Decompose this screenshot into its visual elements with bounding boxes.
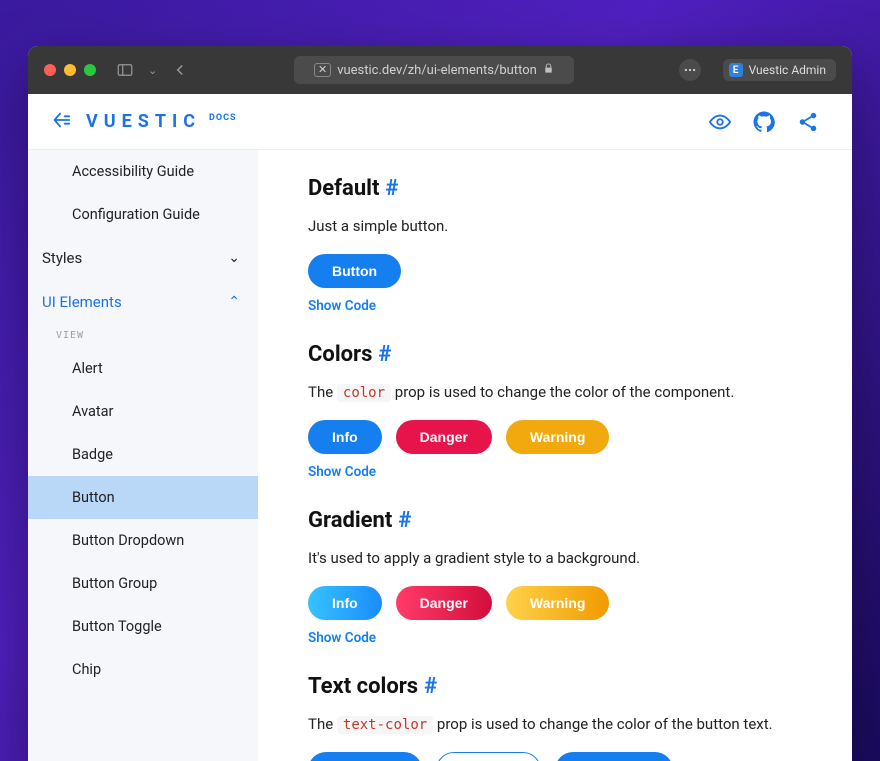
github-icon[interactable]	[742, 111, 786, 133]
sidebar-toggle-button[interactable]	[116, 61, 134, 79]
sidebar-item-chip[interactable]: Chip	[28, 648, 258, 691]
gradient-info-button[interactable]: Info	[308, 586, 382, 620]
tab-favicon: E	[729, 63, 743, 77]
sidebar-item-configuration-guide[interactable]: Configuration Guide	[28, 193, 258, 236]
anchor-link-colors[interactable]: #	[378, 338, 391, 371]
close-window-button[interactable]	[44, 64, 56, 76]
show-code-link[interactable]: Show Code	[308, 296, 812, 316]
code-textcolor-prop: text-color	[337, 716, 433, 734]
default-button[interactable]: Button	[308, 254, 401, 288]
black-text-button[interactable]: Black text	[308, 752, 422, 761]
browser-window: ⌄ ✕ vuestic.dev/zh/ui-elements/button E …	[28, 46, 852, 761]
gradient-warning-button[interactable]: Warning	[506, 586, 609, 620]
more-menu-button[interactable]	[679, 59, 701, 81]
app-header: VUESTIC DOCS	[28, 94, 852, 150]
logo-docs: DOCS	[209, 113, 236, 123]
content-area: Default # Just a simple button. Button S…	[258, 150, 852, 761]
anchor-link-default[interactable]: #	[385, 172, 398, 205]
code-color-prop: color	[337, 384, 391, 402]
sidebar-item-accessibility-guide[interactable]: Accessibility Guide	[28, 150, 258, 193]
section-default-title: Default #	[308, 172, 812, 205]
red-text-button[interactable]: Red text	[436, 752, 541, 761]
anchor-link-gradient[interactable]: #	[398, 504, 411, 537]
chevron-down-icon: ⌄	[228, 250, 240, 266]
window-controls	[44, 64, 96, 76]
danger-button[interactable]: Danger	[396, 420, 492, 454]
section-textcolors-desc: The text-color prop is used to change th…	[308, 713, 812, 736]
sidebar-item-badge[interactable]: Badge	[28, 433, 258, 476]
share-icon[interactable]	[786, 111, 830, 133]
sidebar-item-button-group[interactable]: Button Group	[28, 562, 258, 605]
sidebar-item-button-dropdown[interactable]: Button Dropdown	[28, 519, 258, 562]
sidebar-section-ui-elements[interactable]: UI Elements ⌃	[28, 280, 258, 324]
chevron-down-icon[interactable]: ⌄	[148, 64, 157, 77]
maximize-window-button[interactable]	[84, 64, 96, 76]
browser-tab[interactable]: E Vuestic Admin	[723, 59, 836, 81]
section-default-desc: Just a simple button.	[308, 215, 812, 238]
tab-label: Vuestic Admin	[749, 63, 826, 77]
warning-button[interactable]: Warning	[506, 420, 609, 454]
anchor-link-textcolors[interactable]: #	[424, 670, 437, 703]
sidebar-section-label: Styles	[42, 249, 82, 267]
sidebar-item-button-toggle[interactable]: Button Toggle	[28, 605, 258, 648]
logo-word: VUESTIC	[86, 111, 201, 132]
sidebar-item-avatar[interactable]: Avatar	[28, 390, 258, 433]
sidebar-item-alert[interactable]: Alert	[28, 347, 258, 390]
site-settings-icon[interactable]: ✕	[314, 63, 331, 77]
show-code-link[interactable]: Show Code	[308, 462, 812, 482]
sidebar-section-styles[interactable]: Styles ⌄	[28, 236, 258, 280]
url-bar[interactable]: ✕ vuestic.dev/zh/ui-elements/button	[294, 56, 574, 84]
sidebar-section-label: UI Elements	[42, 293, 122, 311]
section-colors-desc: The color prop is used to change the col…	[308, 381, 812, 404]
info-button[interactable]: Info	[308, 420, 382, 454]
gradient-danger-button[interactable]: Danger	[396, 586, 492, 620]
section-gradient-desc: It's used to apply a gradient style to a…	[308, 547, 812, 570]
show-code-link[interactable]: Show Code	[308, 628, 812, 648]
back-button[interactable]	[171, 61, 189, 79]
collapse-sidebar-button[interactable]	[50, 109, 72, 135]
logo[interactable]: VUESTIC DOCS	[86, 111, 237, 132]
eye-icon[interactable]	[698, 111, 742, 133]
section-colors-title: Colors #	[308, 338, 812, 371]
sidebar: Accessibility Guide Configuration Guide …	[28, 150, 258, 761]
browser-titlebar: ⌄ ✕ vuestic.dev/zh/ui-elements/button E …	[28, 46, 852, 94]
sidebar-item-button[interactable]: Button	[28, 476, 258, 519]
url-text: vuestic.dev/zh/ui-elements/button	[337, 63, 537, 78]
lock-icon	[543, 63, 554, 78]
chevron-up-icon: ⌃	[228, 294, 240, 310]
green-text-button[interactable]: Green text	[555, 752, 672, 761]
sidebar-group-view: VIEW	[28, 324, 258, 347]
section-gradient-title: Gradient #	[308, 504, 812, 537]
minimize-window-button[interactable]	[64, 64, 76, 76]
section-textcolors-title: Text colors #	[308, 670, 812, 703]
